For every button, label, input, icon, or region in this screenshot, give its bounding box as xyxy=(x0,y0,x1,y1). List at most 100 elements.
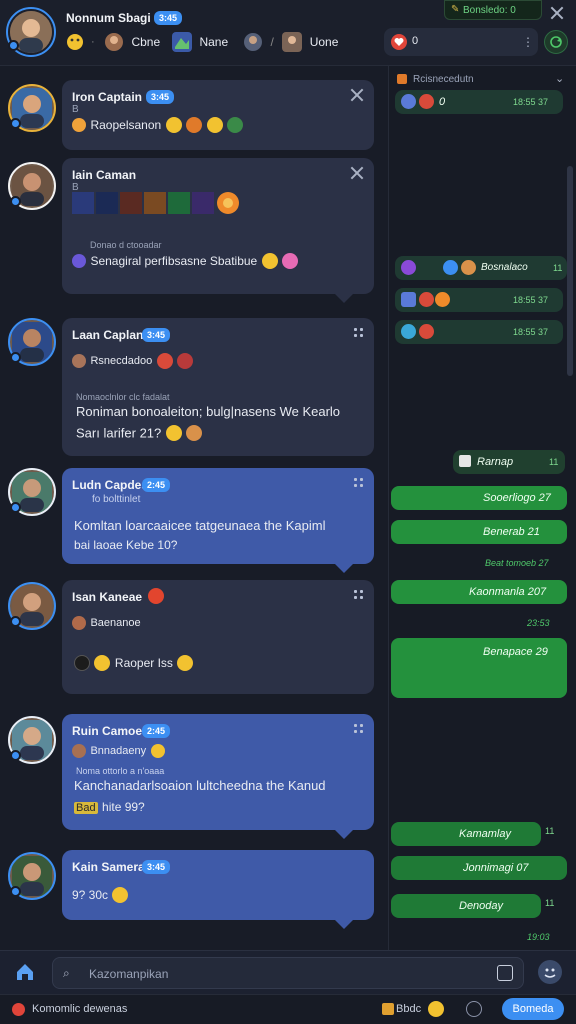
smile-icon[interactable] xyxy=(428,1001,444,1017)
emoji-icon xyxy=(148,588,164,604)
message-text: Raoper Iss xyxy=(114,655,173,670)
status-bar: Komomlic dewenas Bbdc Bomeda xyxy=(0,994,576,1024)
message-card-6[interactable]: Ruin Camoe 2:45 Bnnadaeny Noma ottorlo a… xyxy=(62,714,374,839)
message-card-3[interactable]: Laan Caplan 3:45 Rsnecdadoo Nomaoclnlor … xyxy=(62,318,374,456)
user-name: Nonnum Sbagi xyxy=(66,11,151,25)
refresh-icon[interactable] xyxy=(544,30,568,54)
attach-icon[interactable]: ⌕ xyxy=(63,966,70,981)
emoji-icon xyxy=(186,116,203,133)
panel-item[interactable]: 18:55 37 xyxy=(395,288,563,312)
message-card-7[interactable]: Kain Samera 3:45 9? 30c xyxy=(62,850,374,929)
sender-name: Kain Samera xyxy=(72,860,145,874)
message-text: Komltan loarcaaicee tatgeunaea the Kapim… xyxy=(74,518,326,533)
right-panel: Rcisnecedutn ⌄ 0 18:55 37 Bosnalaco 11 1… xyxy=(388,66,576,950)
panel-item[interactable]: Benapace 29 xyxy=(391,638,567,698)
message-text: Kanchanadarlsoaion lultcheedna the Kanud xyxy=(74,778,326,793)
message-text: Raopelsanon xyxy=(90,117,162,132)
home-icon[interactable] xyxy=(14,961,36,983)
emoji-icon xyxy=(94,654,111,671)
panel-item[interactable]: 0 18:55 37 xyxy=(395,90,563,114)
composer-bar: ⌕ Kazomanpikan xyxy=(0,950,576,994)
emoji-picker-icon[interactable] xyxy=(538,960,562,984)
emoji-icon xyxy=(74,654,90,671)
panel-item[interactable]: Kaonmanla 207 xyxy=(391,580,567,604)
count-text: 0 xyxy=(412,35,419,47)
sender-name: Iain Caman xyxy=(72,168,137,182)
emoji-icon xyxy=(206,116,223,133)
chip-3[interactable]: / Uone xyxy=(243,32,338,52)
scrollbar[interactable] xyxy=(567,166,573,376)
media-strip[interactable] xyxy=(72,192,242,216)
more-icon[interactable]: ⋮ xyxy=(522,35,534,49)
time-badge: 3:45 xyxy=(146,90,175,104)
panel-item[interactable]: Denoday xyxy=(391,894,541,918)
message-card-2[interactable]: Iain Caman B Donao d ctooadar Senagiral … xyxy=(62,158,374,303)
input-placeholder: Kazomanpikan xyxy=(89,967,169,981)
online-dot xyxy=(8,40,19,51)
panel-item[interactable]: Bosnalaco 11 xyxy=(395,256,567,280)
sticker-icon[interactable] xyxy=(497,965,513,981)
emoji-icon xyxy=(165,424,182,441)
sender-name: Isan Kaneae xyxy=(72,590,143,604)
panel-item[interactable]: Kamamlay xyxy=(391,822,541,846)
sender-name: Laan Caplan xyxy=(72,328,144,342)
emoji-icon xyxy=(186,424,203,441)
emoji-icon xyxy=(156,352,173,369)
help-icon[interactable] xyxy=(466,1001,482,1017)
panel-item[interactable]: Rarnap 11 xyxy=(453,450,565,474)
message-text: Senagiral perfibsasne Sbatibue xyxy=(90,253,258,268)
close-window-icon[interactable] xyxy=(550,6,564,20)
notes-icon xyxy=(382,1003,394,1015)
sender-name: Iron Captain xyxy=(72,90,143,104)
message-text: Roniman bonoaleiton; bulg|nasens We Kear… xyxy=(76,404,341,419)
panel-item[interactable]: 18:55 37 xyxy=(395,320,563,344)
panel-item[interactable]: Benerab 21 xyxy=(391,520,567,544)
sender-name: Ruin Camoe xyxy=(72,724,143,738)
status-label: ✎ Bonsledo: 0 xyxy=(444,0,542,20)
chip-2[interactable]: Nane xyxy=(172,32,228,52)
drag-handle-icon[interactable] xyxy=(354,478,364,488)
panel-item[interactable]: Jonnimagi 07 xyxy=(391,856,567,880)
chip-1[interactable]: Cbne xyxy=(104,32,160,52)
chip-emoji[interactable] xyxy=(66,33,84,56)
emoji-icon xyxy=(165,116,182,133)
panel-item[interactable]: Sooerliogo 27 xyxy=(391,486,567,510)
heart-icon xyxy=(391,34,407,50)
hand-emoji-icon xyxy=(72,117,86,132)
drag-handle-icon[interactable] xyxy=(354,328,364,338)
close-icon[interactable] xyxy=(350,88,364,102)
close-icon[interactable] xyxy=(350,166,364,180)
emoji-icon xyxy=(112,886,129,903)
message-card-5[interactable]: Isan Kaneae Baenanoe Raoper Iss xyxy=(62,580,374,694)
message-card-1[interactable]: Iron Captain 3:45 B Raopelsanon xyxy=(62,80,374,150)
time-badge: 3:45 xyxy=(142,860,171,874)
file-icon xyxy=(459,455,471,467)
folder-icon xyxy=(397,74,407,84)
chevron-down-icon[interactable]: ⌄ xyxy=(555,72,564,85)
panel-title: Rcisnecedutn xyxy=(413,74,474,85)
chip-2-label: Nane xyxy=(199,35,229,49)
primary-button[interactable]: Bomeda xyxy=(502,998,564,1020)
drag-handle-icon[interactable] xyxy=(354,724,364,734)
message-card-4[interactable]: Ludn Capdes 2:45 fo bolttinlet Komltan l… xyxy=(62,468,374,573)
emoji-icon xyxy=(72,253,86,268)
conversation-list: Iron Captain 3:45 B Raopelsanon Iain Cam… xyxy=(0,66,388,950)
drag-handle-icon[interactable] xyxy=(354,590,364,600)
sender-name: Ludn Capdes xyxy=(72,478,149,492)
emoji-icon xyxy=(227,116,243,133)
chip-1-label: Cbne xyxy=(131,35,161,49)
counter-pill[interactable]: 0 ⋮ xyxy=(384,28,538,56)
time-badge: 2:45 xyxy=(142,478,171,492)
emoji-icon xyxy=(282,252,299,269)
chip-3-label: Uone xyxy=(309,35,339,49)
alert-icon xyxy=(12,1003,25,1016)
time-badge: 3:45 xyxy=(142,328,171,342)
message-text: 9? 30c xyxy=(72,887,109,902)
message-input[interactable]: ⌕ Kazomanpikan xyxy=(52,957,524,989)
panel-header[interactable]: Rcisnecedutn ⌄ xyxy=(395,72,571,90)
user-badge: 3:45 xyxy=(154,11,183,25)
emoji-icon xyxy=(177,654,194,671)
status-text: Komomlic dewenas xyxy=(32,1003,128,1015)
top-bar: Nonnum Sbagi 3:45 · Cbne Nane / Uone 0 ⋮… xyxy=(0,0,576,66)
emoji-icon xyxy=(150,743,165,758)
